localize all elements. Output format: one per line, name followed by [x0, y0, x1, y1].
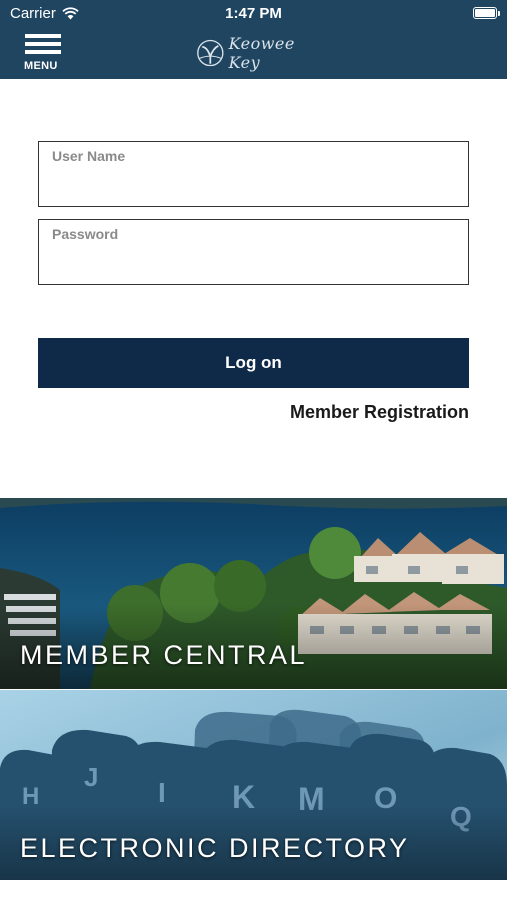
battery-icon: [473, 7, 500, 19]
nav-bar: MENU Keowee Key: [0, 28, 507, 79]
member-registration-link[interactable]: Member Registration: [290, 402, 469, 423]
username-field[interactable]: User Name: [38, 141, 469, 207]
logo-emblem-icon: [197, 39, 224, 67]
password-field[interactable]: Password: [38, 219, 469, 285]
password-input[interactable]: [51, 246, 456, 280]
logo-text: Keowee Key: [228, 34, 295, 72]
menu-button[interactable]: MENU: [24, 34, 64, 74]
electronic-directory-tile[interactable]: H J I K M O Q ELECTRONIC DIRECTORY: [0, 690, 507, 880]
username-input[interactable]: [51, 168, 456, 202]
keowee-key-logo: Keowee Key: [196, 34, 321, 72]
status-time: 1:47 PM: [225, 5, 282, 22]
username-label: User Name: [52, 148, 126, 164]
status-bar: Carrier 1:47 PM: [0, 0, 507, 28]
log-on-button[interactable]: Log on: [38, 338, 469, 388]
member-central-tile[interactable]: MEMBER CENTRAL: [0, 498, 507, 689]
hamburger-icon: [25, 34, 61, 38]
password-label: Password: [52, 226, 119, 242]
electronic-directory-label: ELECTRONIC DIRECTORY: [20, 833, 410, 863]
menu-label: MENU: [24, 60, 58, 72]
member-central-label: MEMBER CENTRAL: [20, 640, 308, 670]
hamburger-icon-bar: [25, 42, 61, 46]
hamburger-icon-bar: [25, 50, 61, 54]
